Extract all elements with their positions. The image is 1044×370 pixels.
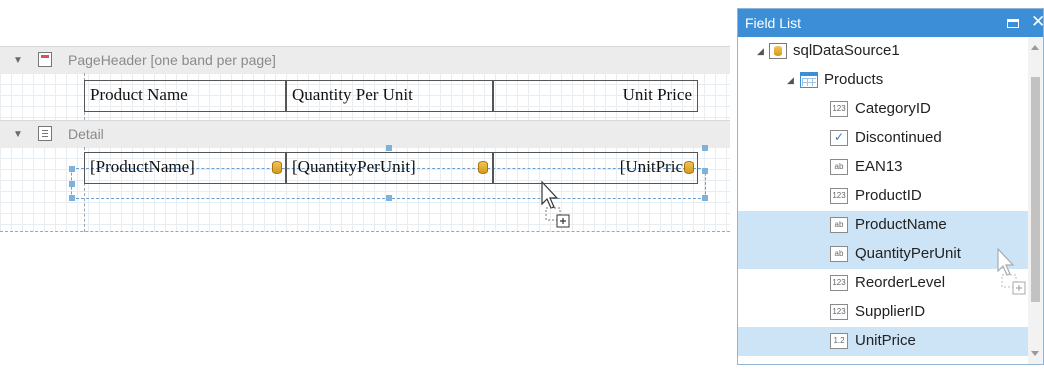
number-type-icon: 123 <box>830 275 848 291</box>
resize-handle[interactable] <box>702 145 708 151</box>
field-label: CategoryID <box>855 100 931 117</box>
field-list-titlebar[interactable]: Field List ✕ <box>738 9 1044 37</box>
scroll-up-arrow-icon[interactable] <box>1031 45 1039 50</box>
field-item-productid[interactable]: 123 ProductID <box>738 182 1028 211</box>
field-item-categoryid[interactable]: 123 CategoryID <box>738 95 1028 124</box>
data-binding-icon[interactable] <box>272 161 282 174</box>
field-list-panel[interactable]: Field List ✕ ◢ sqlDataSource1 ◢ Products… <box>737 8 1044 365</box>
expand-arrow-icon[interactable]: ◢ <box>757 46 764 57</box>
header-cell-quantity-per-unit[interactable]: Quantity Per Unit <box>286 80 493 112</box>
field-label: Discontinued <box>855 129 942 146</box>
resize-handle[interactable] <box>702 195 708 201</box>
data-binding-icon[interactable] <box>684 161 694 174</box>
detail-cell-quantity-per-unit[interactable]: [QuantityPerUnit] <box>286 152 493 184</box>
field-label: SupplierID <box>855 303 926 320</box>
collapse-band-icon[interactable]: ▼ <box>13 129 23 140</box>
close-icon[interactable]: ✕ <box>1031 12 1044 32</box>
scroll-down-arrow-icon[interactable] <box>1031 351 1039 356</box>
detail-band-title: Detail <box>68 126 104 142</box>
datasource-label: sqlDataSource1 <box>793 42 900 59</box>
field-label: ReorderLevel <box>855 274 946 291</box>
maximize-icon[interactable] <box>1007 19 1019 28</box>
resize-handle[interactable] <box>386 195 392 201</box>
vertical-scrollbar[interactable] <box>1028 37 1043 364</box>
tree-node-table[interactable]: ◢ Products <box>738 66 1028 95</box>
expand-arrow-icon[interactable]: ◢ <box>787 75 794 86</box>
page-header-band-icon <box>38 52 52 67</box>
field-item-productname[interactable]: ab ProductName <box>738 211 1028 240</box>
field-label: QuantityPerUnit <box>855 245 961 262</box>
field-item-reorderlevel[interactable]: 123 ReorderLevel <box>738 269 1028 298</box>
detail-band-icon <box>38 126 52 141</box>
resize-handle[interactable] <box>386 145 392 151</box>
detail-band[interactable]: [ProductName] [QuantityPerUnit] [UnitPri… <box>0 145 730 232</box>
table-icon <box>800 72 818 88</box>
field-label: EAN13 <box>855 158 903 175</box>
string-type-icon: ab <box>830 159 848 175</box>
string-type-icon: ab <box>830 246 848 262</box>
field-item-discontinued[interactable]: ✓ Discontinued <box>738 124 1028 153</box>
page-header-band[interactable]: Product Name Quantity Per Unit Unit Pric… <box>0 73 730 120</box>
detail-cell-unit-price[interactable]: [UnitPric <box>493 152 698 184</box>
datasource-icon <box>769 43 787 59</box>
detail-band-caption[interactable]: ▼ Detail <box>0 120 730 148</box>
detail-cell-product-name[interactable]: [ProductName] <box>84 152 286 184</box>
report-design-surface[interactable]: ▼ PageHeader [one band per page] Product… <box>0 0 789 370</box>
field-label: UnitPrice <box>855 332 916 349</box>
boolean-type-icon: ✓ <box>830 130 848 146</box>
resize-handle[interactable] <box>69 195 75 201</box>
page-header-band-caption[interactable]: ▼ PageHeader [one band per page] <box>0 46 730 74</box>
page-header-band-title: PageHeader [one band per page] <box>68 52 276 68</box>
drag-copy-cursor-icon <box>997 247 1026 295</box>
field-item-ean13[interactable]: ab EAN13 <box>738 153 1028 182</box>
band-bottom-guide <box>0 231 730 232</box>
string-type-icon: ab <box>830 217 848 233</box>
field-label: ProductName <box>855 216 947 233</box>
resize-handle[interactable] <box>702 168 708 174</box>
resize-handle[interactable] <box>69 181 75 187</box>
resize-handle[interactable] <box>69 166 75 172</box>
field-tree[interactable]: ◢ sqlDataSource1 ◢ Products 123 CategoryI… <box>738 37 1028 364</box>
field-list-title: Field List <box>745 15 802 31</box>
drag-copy-cursor-icon <box>541 180 570 228</box>
number-type-icon: 1.2 <box>830 333 848 349</box>
number-type-icon: 123 <box>830 101 848 117</box>
collapse-band-icon[interactable]: ▼ <box>13 55 23 66</box>
field-item-quantityperunit[interactable]: ab QuantityPerUnit <box>738 240 1028 269</box>
data-binding-icon[interactable] <box>478 161 488 174</box>
number-type-icon: 123 <box>830 188 848 204</box>
table-label: Products <box>824 71 884 88</box>
number-type-icon: 123 <box>830 304 848 320</box>
field-item-supplierid[interactable]: 123 SupplierID <box>738 298 1028 327</box>
field-label: ProductID <box>855 187 922 204</box>
header-cell-unit-price[interactable]: Unit Price <box>493 80 698 112</box>
header-cell-product-name[interactable]: Product Name <box>84 80 286 112</box>
tree-node-datasource[interactable]: ◢ sqlDataSource1 <box>738 37 1028 66</box>
field-item-unitprice[interactable]: 1.2 UnitPrice <box>738 327 1028 356</box>
